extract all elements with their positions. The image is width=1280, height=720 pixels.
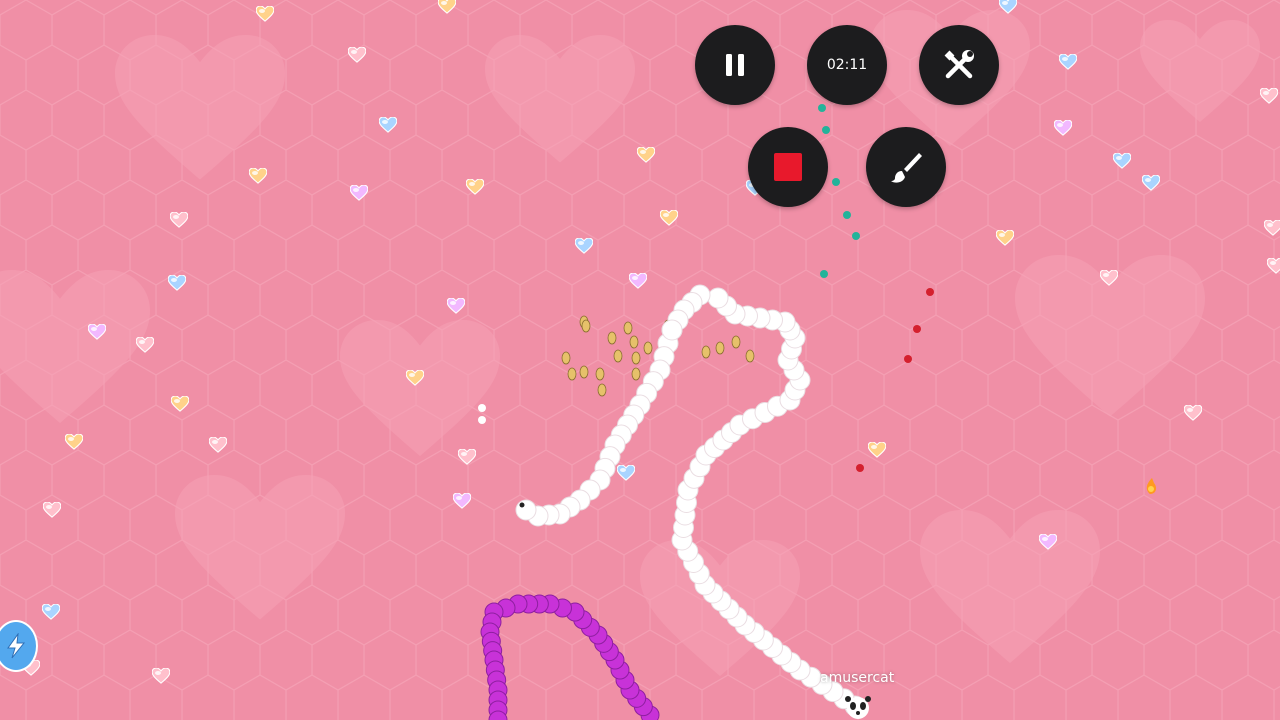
tools-button[interactable] [919, 25, 999, 105]
pause-button[interactable] [695, 25, 775, 105]
pause-icon [726, 54, 744, 76]
game-canvas[interactable]: 02:11 amusercat [0, 0, 1280, 720]
brush-button[interactable] [866, 127, 946, 207]
stop-icon [774, 153, 802, 181]
recording-timer: 02:11 [807, 25, 887, 105]
lightning-icon [7, 633, 26, 659]
game-world [0, 0, 1280, 720]
snake-tail-head-icon [518, 502, 534, 518]
tools-icon [944, 50, 974, 79]
timer-text: 02:11 [826, 57, 868, 73]
stop-record-button[interactable] [748, 127, 828, 207]
brush-icon [891, 153, 922, 183]
player-name-label: amusercat [820, 670, 895, 686]
